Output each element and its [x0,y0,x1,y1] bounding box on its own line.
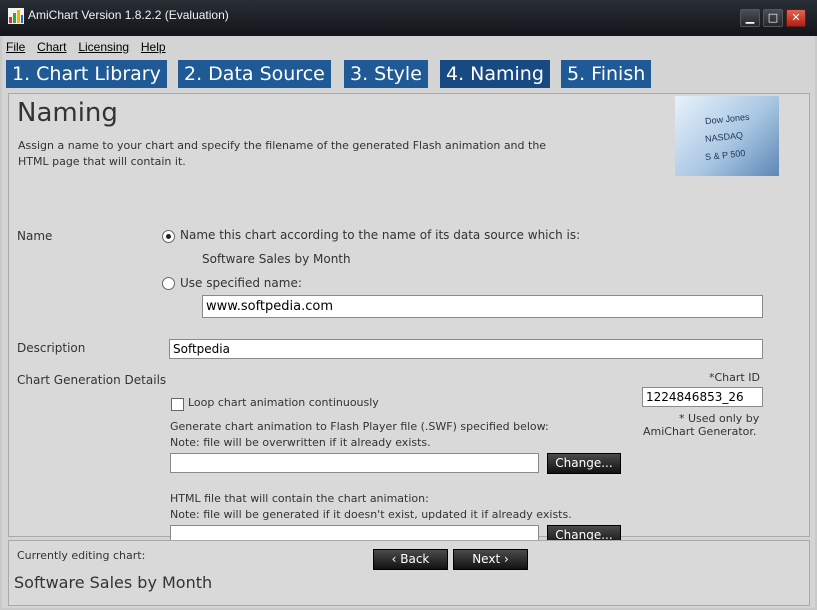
swf-note: Note: file will be overwritten if it alr… [170,436,431,449]
tab-style[interactable]: 3. Style [344,60,428,88]
radio-datasource-label[interactable]: Name this chart according to the name of… [180,228,580,242]
tab-data-source[interactable]: 2. Data Source [178,60,331,88]
swf-change-button[interactable]: Change... [547,453,621,474]
name-label: Name [17,229,53,243]
swf-instructions: Generate chart animation to Flash Player… [170,420,549,433]
html-instructions: HTML file that will contain the chart an… [170,492,429,505]
swf-path-input[interactable] [170,453,539,473]
menu-help[interactable]: Help [141,40,166,54]
menu-file[interactable]: File [6,40,25,54]
radio-datasource-name[interactable] [162,230,175,243]
description-input[interactable]: Softpedia [169,339,763,359]
maximize-button[interactable]: □ [763,9,783,27]
page-description: Assign a name to your chart and specify … [18,139,547,168]
chart-id-note: AmiChart Generator. [643,425,757,438]
title-bar: AmiChart Version 1.8.2.2 (Evaluation) ▁ … [0,0,817,36]
naming-panel: Naming Assign a name to your chart and s… [8,93,810,546]
back-button[interactable]: ‹ Back [373,549,448,570]
loop-checkbox[interactable] [171,398,184,411]
radio-specified-name[interactable] [162,277,175,290]
editing-chart-name: Software Sales by Month [14,573,213,592]
radio-specified-label[interactable]: Use specified name: [180,276,302,290]
app-icon [8,8,24,24]
chart-id-input[interactable]: 1224846853_26 [642,387,763,407]
hero-line: Dow Jones [704,111,750,127]
menu-chart[interactable]: Chart [37,40,66,54]
html-note: Note: file will be generated if it doesn… [170,508,572,521]
footer-panel: Currently editing chart: Software Sales … [8,540,810,606]
tab-chart-library[interactable]: 1. Chart Library [6,60,167,88]
main-window: File Chart Licensing Help 1. Chart Libra… [2,36,815,608]
close-button[interactable]: ✕ [786,9,806,27]
menu-licensing[interactable]: Licensing [78,40,129,54]
hero-line: NASDAQ [704,130,744,144]
description-label: Description [17,341,86,355]
minimize-button[interactable]: ▁ [740,9,760,27]
tab-naming[interactable]: 4. Naming [440,60,550,88]
loop-label[interactable]: Loop chart animation continuously [188,396,379,409]
window-title: AmiChart Version 1.8.2.2 (Evaluation) [28,8,229,22]
chart-id-note: * Used only by [679,412,760,425]
editing-label: Currently editing chart: [17,549,146,562]
next-button[interactable]: Next › [453,549,528,570]
generation-label: Chart Generation Details [17,373,167,387]
datasource-name-text: Software Sales by Month [202,252,351,266]
page-title: Naming [17,98,118,128]
hero-line: S & P 500 [704,147,746,163]
chart-id-label: *Chart ID [709,371,760,384]
tab-finish[interactable]: 5. Finish [561,60,652,88]
specified-name-input[interactable]: www.softpedia.com [202,295,763,318]
header-image: Dow Jones NASDAQ S & P 500 [675,96,779,176]
menu-bar: File Chart Licensing Help [6,40,174,58]
